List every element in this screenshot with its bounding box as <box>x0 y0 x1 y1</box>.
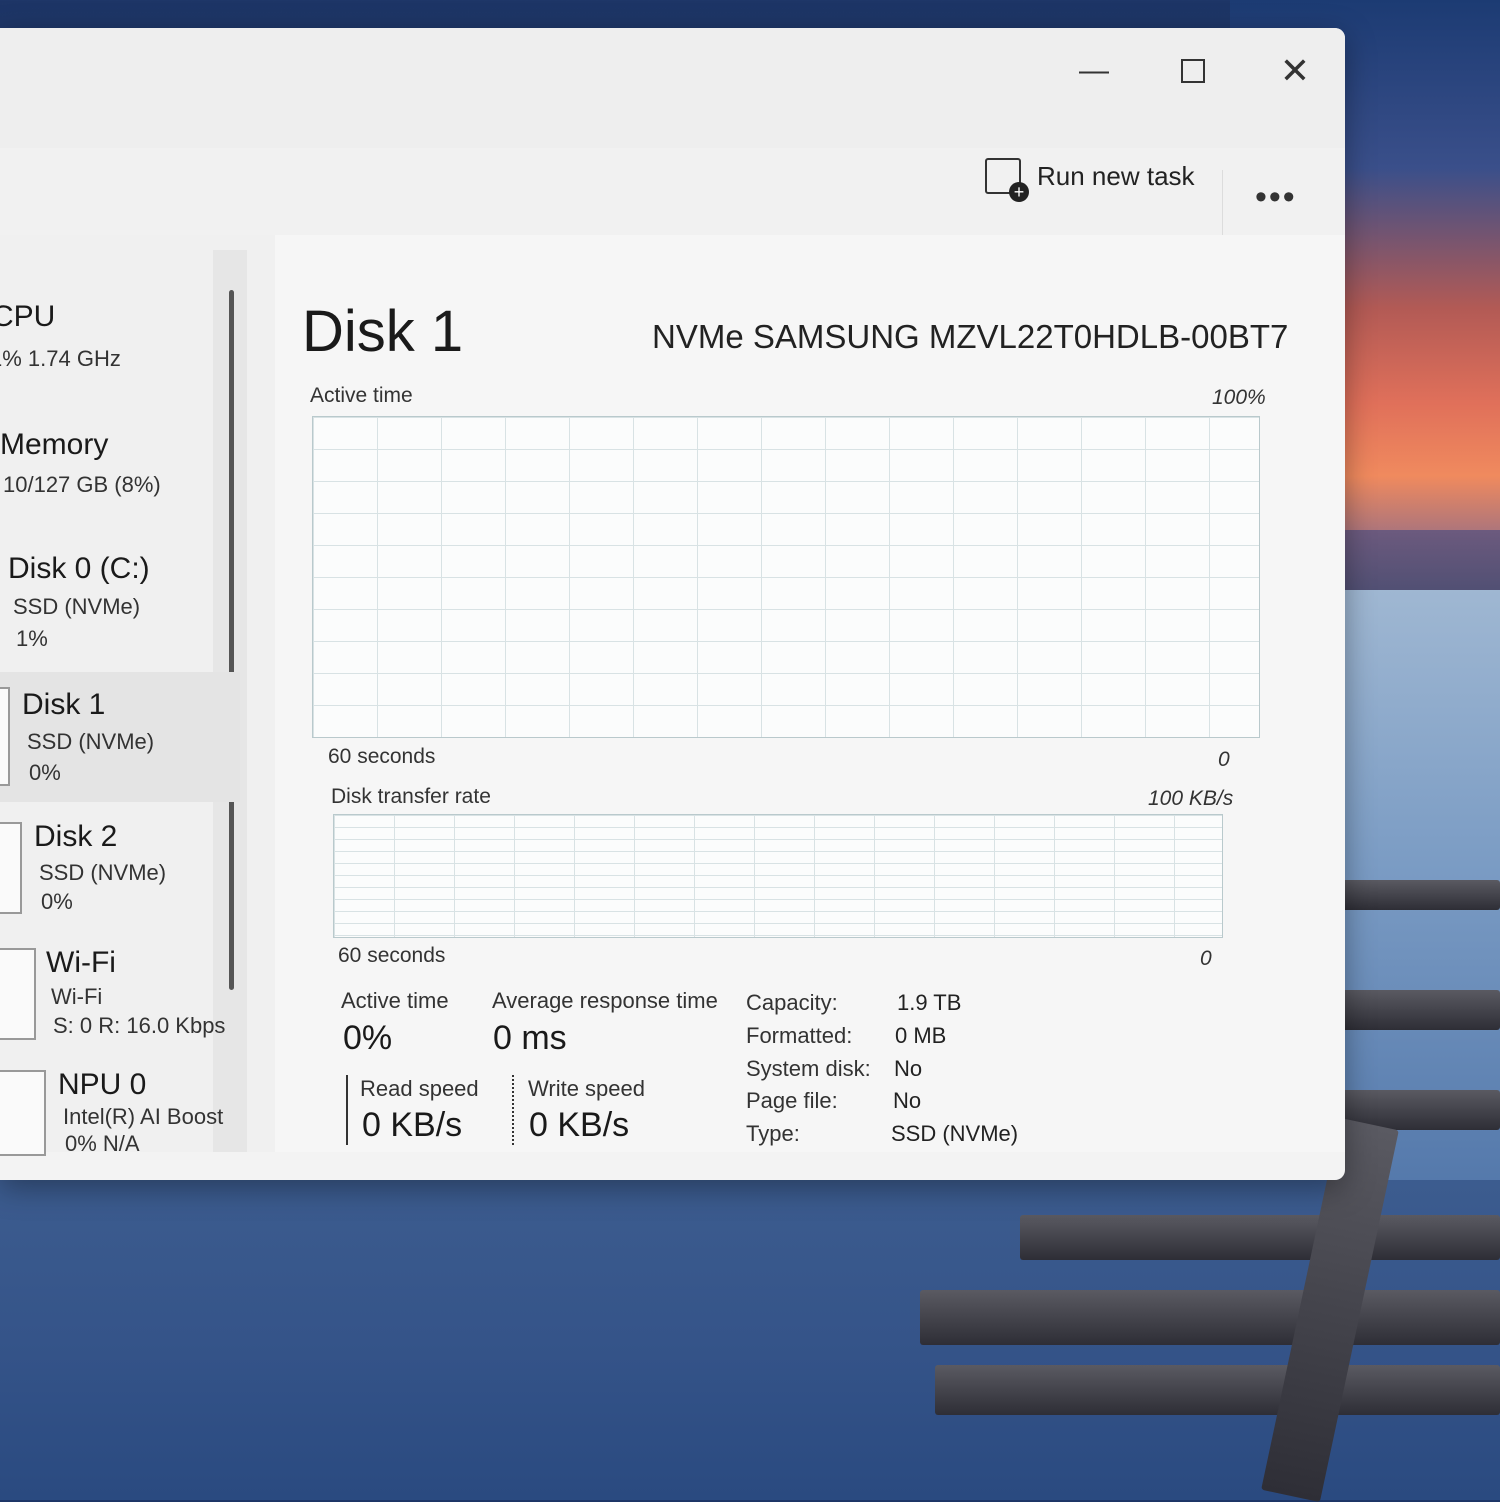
minimize-button[interactable]: — <box>1064 46 1124 96</box>
write-speed-indicator <box>512 1075 514 1145</box>
sidebar-item-usage: 1% <box>16 626 48 651</box>
wallpaper-pier-plank <box>935 1365 1500 1415</box>
type-label: Type: <box>746 1121 800 1146</box>
sidebar-item-usage: 0% <box>29 760 61 785</box>
active-time-graph-label: Active time <box>310 384 413 407</box>
wallpaper-pier-plank <box>1330 880 1500 910</box>
sidebar-item-title: Memory <box>0 428 109 461</box>
active-time-graph-max: 100% <box>1212 386 1266 409</box>
active-time-label: Active time <box>341 988 449 1013</box>
sidebar-item-npu-0[interactable]: NPU 0 Intel(R) AI Boost 0% N/A <box>0 1062 240 1162</box>
more-options-button[interactable]: ••• <box>1255 178 1297 217</box>
sidebar-item-cpu[interactable]: CPU 1% 1.74 GHz <box>0 290 240 400</box>
active-time-graph-min: 0 <box>1218 748 1230 771</box>
run-new-task-label: Run new task <box>1037 160 1195 191</box>
page-file-value: No <box>893 1088 922 1113</box>
sidebar-item-subtitle: SSD (NVMe) <box>27 729 155 754</box>
sidebar-item-disk-0[interactable]: Disk 0 (C:) SSD (NVMe) 1% <box>0 540 240 665</box>
close-button[interactable]: ✕ <box>1265 46 1325 96</box>
disk-1-thumbnail-graph <box>0 687 10 786</box>
run-new-task-button[interactable]: Run new task <box>985 158 1195 202</box>
write-speed-value: 0 KB/s <box>529 1106 630 1144</box>
sidebar-item-usage: 0% <box>41 889 73 914</box>
sidebar-item-title: CPU <box>0 300 56 333</box>
sidebar-item-subtitle: SSD (NVMe) <box>13 594 141 619</box>
capacity-label: Capacity: <box>746 990 838 1015</box>
formatted-value: 0 MB <box>895 1023 947 1048</box>
transfer-rate-graph <box>333 814 1223 938</box>
sidebar-item-title: NPU 0 <box>58 1068 147 1101</box>
sidebar-item-title: Disk 0 (C:) <box>8 552 150 585</box>
sidebar-item-title: Wi-Fi <box>46 946 116 979</box>
wallpaper-pier-plank <box>920 1290 1500 1345</box>
avg-response-time-label: Average response time <box>492 988 718 1013</box>
ellipsis-icon: ••• <box>1255 178 1297 216</box>
sidebar-item-subtitle: 1% 1.74 GHz <box>0 346 121 371</box>
sidebar-item-title: Disk 2 <box>34 820 118 853</box>
title-bar <box>0 28 1345 148</box>
npu-thumbnail-graph <box>0 1070 46 1156</box>
sidebar-item-wifi[interactable]: Wi-Fi Wi-Fi S: 0 R: 16.0 Kbps <box>0 940 240 1050</box>
sidebar-item-subtitle: Wi-Fi <box>51 984 103 1009</box>
read-speed-label: Read speed <box>360 1076 479 1101</box>
sidebar-item-usage: S: 0 R: 16.0 Kbps <box>53 1013 226 1038</box>
page-file-label: Page file: <box>746 1088 838 1113</box>
close-icon: ✕ <box>1279 50 1311 91</box>
sidebar-item-title: Disk 1 <box>22 688 106 721</box>
type-value: SSD (NVMe) <box>891 1121 1019 1146</box>
transfer-rate-graph-min: 0 <box>1200 947 1212 970</box>
active-time-graph-duration: 60 seconds <box>328 745 436 768</box>
disk-model-name: NVMe SAMSUNG MZVL22T0HDLB-00BT7 <box>652 318 1289 355</box>
system-disk-value: No <box>894 1056 923 1081</box>
read-speed-indicator <box>346 1075 348 1145</box>
sidebar-item-subtitle: 10/127 GB (8%) <box>3 472 161 497</box>
run-task-icon <box>985 158 1029 202</box>
system-disk-label: System disk: <box>746 1056 871 1081</box>
disk-2-thumbnail-graph <box>0 822 22 914</box>
sidebar-item-disk-1[interactable]: Disk 1 SSD (NVMe) 0% <box>0 672 240 802</box>
sidebar-item-usage: 0% N/A <box>65 1131 140 1156</box>
transfer-rate-graph-max: 100 KB/s <box>1148 787 1234 810</box>
transfer-rate-graph-label: Disk transfer rate <box>331 785 491 808</box>
sidebar-item-subtitle: SSD (NVMe) <box>39 860 167 885</box>
read-speed-value: 0 KB/s <box>362 1106 463 1144</box>
wallpaper-pier-plank <box>1020 1215 1500 1260</box>
page-title: Disk 1 <box>302 299 464 364</box>
transfer-rate-graph-duration: 60 seconds <box>338 944 446 967</box>
sidebar-item-disk-2[interactable]: Disk 2 SSD (NVMe) 0% <box>0 810 240 930</box>
toolbar-separator <box>1222 170 1223 240</box>
maximize-icon <box>1181 59 1205 83</box>
formatted-label: Formatted: <box>746 1023 853 1048</box>
avg-response-time-value: 0 ms <box>493 1019 567 1057</box>
sidebar-item-subtitle: Intel(R) AI Boost <box>63 1104 224 1129</box>
capacity-value: 1.9 TB <box>897 990 962 1015</box>
sidebar-item-memory[interactable]: Memory 10/127 GB (8%) <box>0 420 240 520</box>
write-speed-label: Write speed <box>528 1076 645 1101</box>
active-time-graph <box>312 416 1260 738</box>
active-time-value: 0% <box>343 1019 393 1057</box>
wifi-thumbnail-graph <box>0 948 36 1040</box>
minimize-icon: — <box>1079 54 1109 87</box>
maximize-button[interactable] <box>1163 46 1223 96</box>
